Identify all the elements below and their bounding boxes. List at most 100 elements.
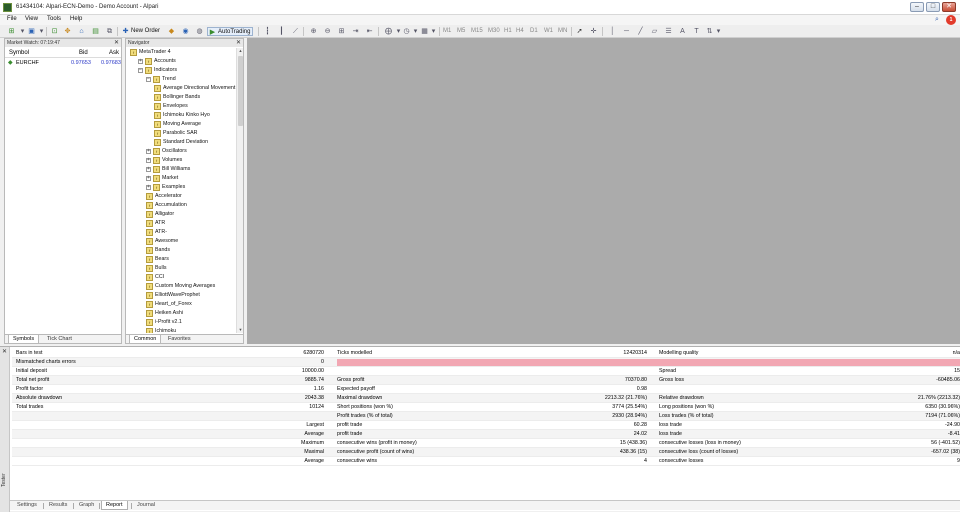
navigator-item[interactable]: f Moving Average — [154, 120, 201, 129]
zoom-out-icon[interactable]: ⊖ — [323, 27, 332, 36]
symbol-row[interactable]: ◆ EURCHF 0.97653 0.97683 — [5, 59, 121, 67]
navigator-item[interactable]: − f Indicators — [138, 66, 177, 75]
tab-common[interactable]: Common — [129, 335, 162, 344]
navigator-item[interactable]: f Bulls — [146, 264, 166, 273]
search-icon[interactable]: ⌕ — [935, 16, 943, 24]
terminal-icon[interactable]: ▤ — [91, 27, 100, 36]
navigator-item[interactable]: f Heart_of_Forex — [146, 300, 192, 309]
navigator-item[interactable]: f Alligator — [146, 210, 174, 219]
navigator-item[interactable]: f Envelopes — [154, 102, 188, 111]
scroll-thumb[interactable] — [238, 56, 243, 126]
period-d1[interactable]: D1 — [530, 27, 538, 36]
menu-file[interactable]: File — [7, 16, 17, 22]
fibonacci-icon[interactable]: ☰ — [664, 27, 673, 36]
menu-view[interactable]: View — [25, 16, 38, 22]
expand-icon[interactable]: + — [146, 176, 151, 181]
expand-icon[interactable]: + — [146, 149, 151, 154]
navigator-item[interactable]: + f Examples — [146, 183, 185, 192]
tester-close-icon[interactable]: ✕ — [2, 348, 7, 355]
horizontal-line-icon[interactable]: ─ — [622, 27, 631, 36]
periodicity-icon[interactable]: ◷ — [402, 27, 411, 36]
navigator-item[interactable]: f Parabolic SAR — [154, 129, 197, 138]
profiles-icon[interactable]: ▣ — [27, 27, 36, 36]
navigator-item[interactable]: + f Oscillators — [146, 147, 187, 156]
period-mn[interactable]: MN — [558, 27, 567, 36]
dropdown-icon[interactable]: ▾ — [714, 27, 723, 36]
vertical-line-icon[interactable]: │ — [608, 27, 617, 36]
line-chart-icon[interactable]: ⟋ — [291, 27, 300, 36]
market-icon[interactable]: ◍ — [195, 27, 204, 36]
period-m30[interactable]: M30 — [488, 27, 500, 36]
tab-report[interactable]: Report — [101, 501, 128, 510]
dropdown-icon[interactable]: ▾ — [411, 27, 420, 36]
menu-tools[interactable]: Tools — [47, 16, 61, 22]
navigator-item[interactable]: + f Bill Williams — [146, 165, 190, 174]
notification-icon[interactable]: 1 — [946, 15, 956, 25]
navigator-item[interactable]: f Ichimoku — [146, 327, 176, 333]
navigator-item[interactable]: + f Volumes — [146, 156, 182, 165]
navigator-item[interactable]: f Heiken Ashi — [146, 309, 183, 318]
navigator-item[interactable]: f Bands — [146, 246, 170, 255]
trendline-icon[interactable]: ╱ — [636, 27, 645, 36]
tab-tick-chart[interactable]: Tick Chart — [43, 335, 76, 344]
new-chart-icon[interactable]: ⊞ — [7, 27, 16, 36]
navigator-item[interactable]: + f Accounts — [138, 57, 176, 66]
close-button[interactable]: ✕ — [942, 2, 956, 12]
navigator-item[interactable]: f Awesome — [146, 237, 178, 246]
scroll-up-icon[interactable]: ▲ — [237, 48, 244, 54]
dropdown-icon[interactable]: ▾ — [37, 27, 46, 36]
navigator-item[interactable]: f Accelerator — [146, 192, 182, 201]
meta-editor-icon[interactable]: ◆ — [167, 27, 176, 36]
period-m15[interactable]: M15 — [471, 27, 483, 36]
period-m1[interactable]: M1 — [443, 27, 451, 36]
text-label-icon[interactable]: T — [692, 27, 701, 36]
navigator-item[interactable]: f Bollinger Bands — [154, 93, 200, 102]
scroll-down-icon[interactable]: ▼ — [237, 327, 244, 333]
maximize-button[interactable]: □ — [926, 2, 940, 12]
navigator-scrollbar[interactable]: ▲ ▼ — [236, 48, 243, 333]
menu-help[interactable]: Help — [70, 16, 82, 22]
tab-results[interactable]: Results — [45, 501, 71, 510]
navigator-item[interactable]: f MetaTrader 4 — [130, 48, 171, 57]
market-watch-close-icon[interactable]: ✕ — [114, 39, 119, 47]
zoom-in-icon[interactable]: ⊕ — [309, 27, 318, 36]
chart-workspace[interactable] — [247, 38, 960, 344]
minimize-button[interactable]: – — [910, 2, 924, 12]
data-window-icon[interactable]: ✥ — [63, 27, 72, 36]
navigator-item[interactable]: f Bears — [146, 255, 169, 264]
period-h4[interactable]: H4 — [516, 27, 524, 36]
bar-chart-icon[interactable]: ┇ — [263, 27, 272, 36]
cursor-icon[interactable]: ➚ — [575, 27, 584, 36]
text-icon[interactable]: A — [678, 27, 687, 36]
period-h1[interactable]: H1 — [504, 27, 512, 36]
navigator-item[interactable]: + f Market — [146, 174, 178, 183]
navigator-item[interactable]: f ElliottWaveProphet — [146, 291, 200, 300]
tab-journal[interactable]: Journal — [133, 501, 159, 510]
navigator-item[interactable]: f i-Profit v2.1 — [146, 318, 182, 327]
auto-scroll-icon[interactable]: ⇤ — [365, 27, 374, 36]
navigator-item[interactable]: − f Trend — [146, 75, 176, 84]
expand-icon[interactable]: + — [146, 158, 151, 163]
navigator-item[interactable]: fAverage Directional Movement Index — [154, 84, 236, 93]
navigator-item[interactable]: f ATR — [146, 219, 165, 228]
column-symbol[interactable]: Symbol — [9, 49, 29, 58]
expand-icon[interactable]: + — [146, 167, 151, 172]
new-order-button[interactable]: ✚ New Order — [121, 27, 160, 36]
expand-icon[interactable]: + — [138, 59, 143, 64]
market-watch-icon[interactable]: ⊡ — [50, 27, 59, 36]
crosshair-icon[interactable]: ✛ — [589, 27, 598, 36]
collapse-icon[interactable]: − — [138, 68, 143, 73]
period-m5[interactable]: M5 — [457, 27, 465, 36]
tab-favorites[interactable]: Favorites — [164, 335, 195, 344]
navigator-item[interactable]: f Custom Moving Averages — [146, 282, 215, 291]
candlestick-icon[interactable]: ┃ — [277, 27, 286, 36]
tab-graph[interactable]: Graph — [75, 501, 98, 510]
tab-symbols[interactable]: Symbols — [8, 335, 40, 344]
navigator-item[interactable]: f Standard Deviation — [154, 138, 208, 147]
navigator-item[interactable]: f CCI — [146, 273, 164, 282]
chart-shift-icon[interactable]: ⇥ — [351, 27, 360, 36]
tile-windows-icon[interactable]: ⊞ — [337, 27, 346, 36]
arrows-icon[interactable]: ⇅ — [705, 27, 714, 36]
dropdown-icon[interactable]: ▾ — [18, 27, 27, 36]
templates-icon[interactable]: ▦ — [420, 27, 429, 36]
